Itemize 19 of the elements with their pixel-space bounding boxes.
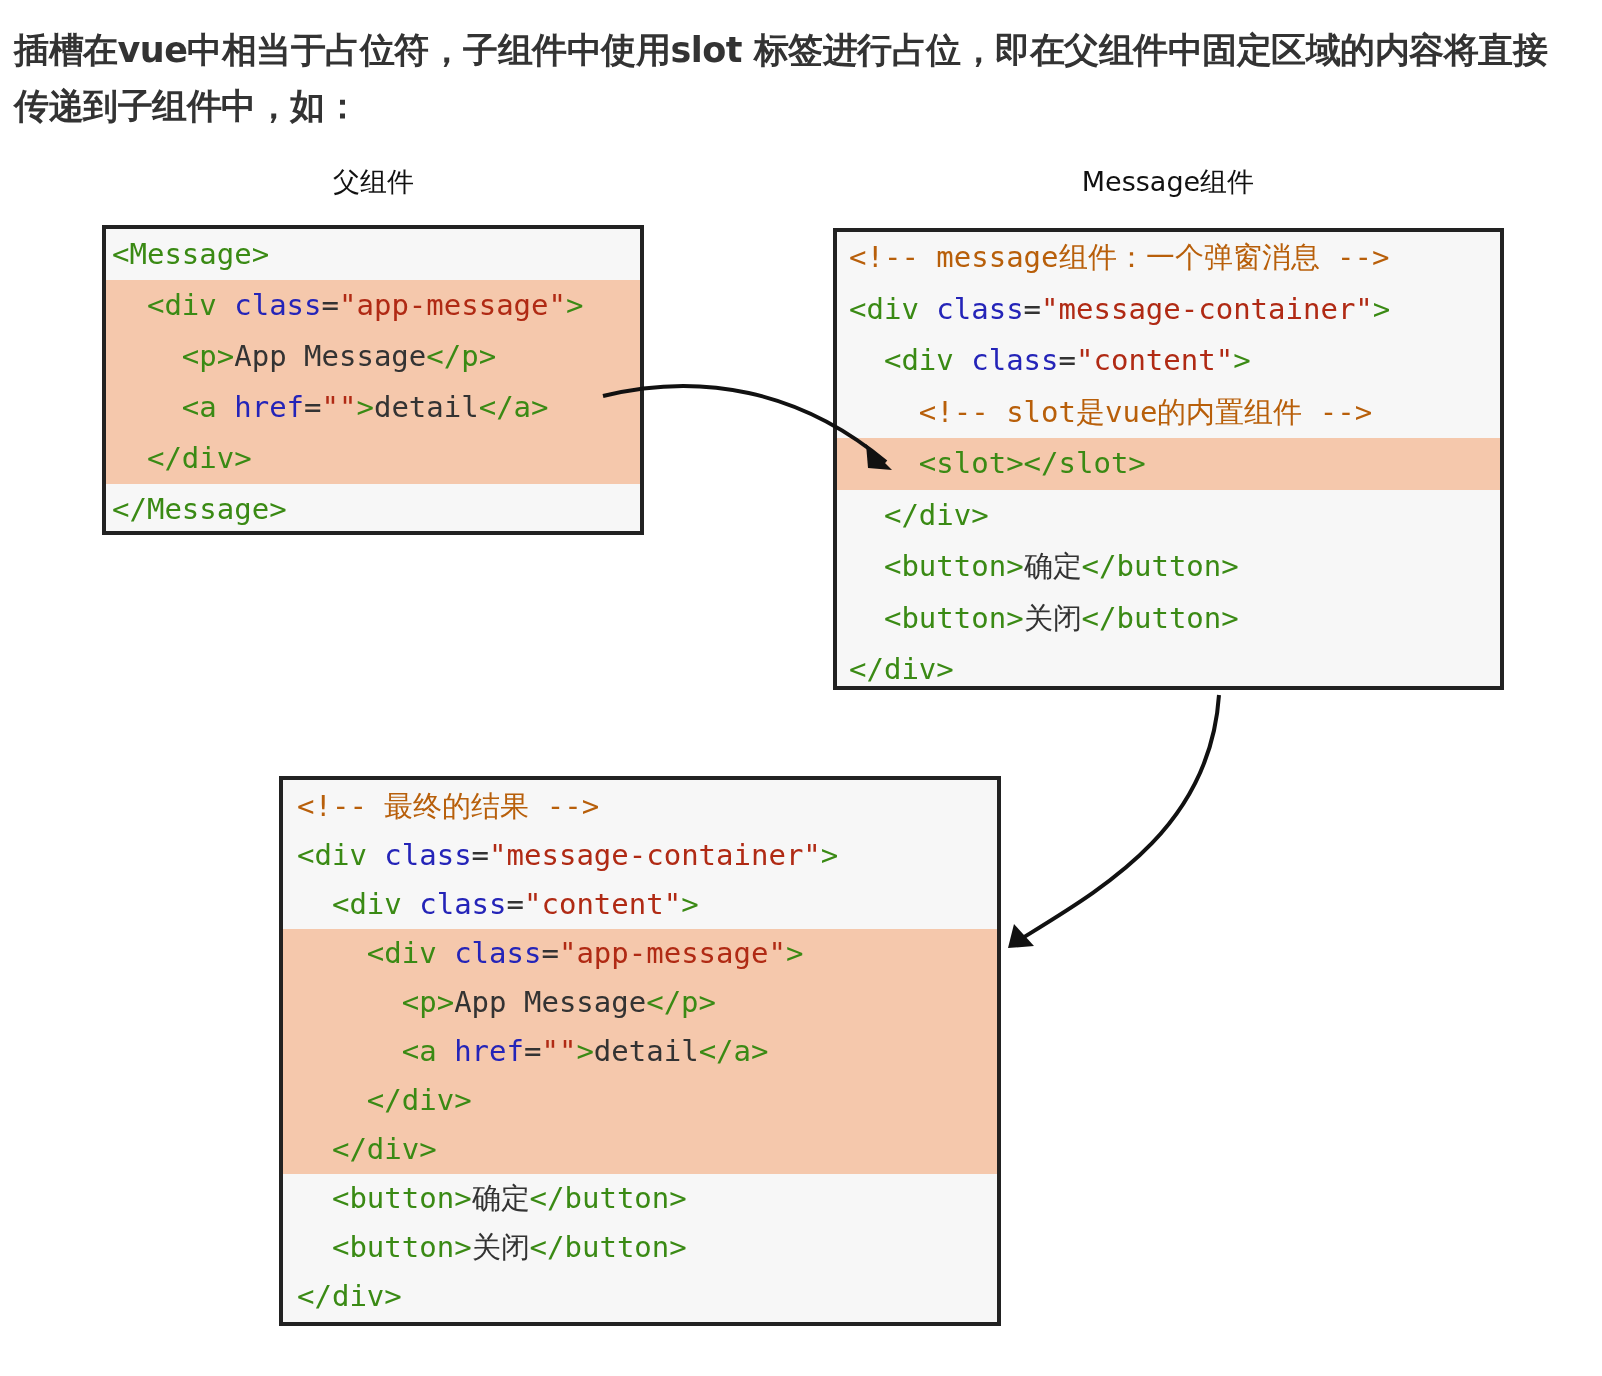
code-line: <div class="content"> <box>330 886 700 923</box>
code-line: <!-- message组件：一个弹窗消息 --> <box>848 239 1391 276</box>
intro-paragraph: 插槽在vue中相当于占位符，子组件中使用slot 标签进行占位，即在父组件中固定区域的内容将直接传递到子组件中，如： <box>12 29 1549 128</box>
box-label: Message组件 <box>1081 165 1255 199</box>
code-line: <Message> <box>111 236 271 273</box>
code-line: <button>关闭</button> <box>882 599 1240 637</box>
code-line: <div class="message-container"> <box>848 290 1392 328</box>
code-line: <button>确定</button> <box>330 1180 688 1217</box>
code-line: </div> <box>882 496 990 534</box>
code-line: <button>确定</button> <box>882 548 1240 585</box>
code-line: <!-- slot是vue的内置组件 --> <box>917 393 1374 431</box>
box-label: 父组件 <box>332 165 414 199</box>
code-line: <div class="content"> <box>882 342 1252 379</box>
code-line: <div class="message-container"> <box>296 837 840 874</box>
code-line: </div> <box>848 651 955 686</box>
code-line: <button>关闭</button> <box>330 1229 688 1266</box>
code-line: <!-- 最终的结果 --> <box>296 788 601 825</box>
code-line: </Message> <box>111 491 288 528</box>
code-line: </div> <box>296 1278 403 1315</box>
